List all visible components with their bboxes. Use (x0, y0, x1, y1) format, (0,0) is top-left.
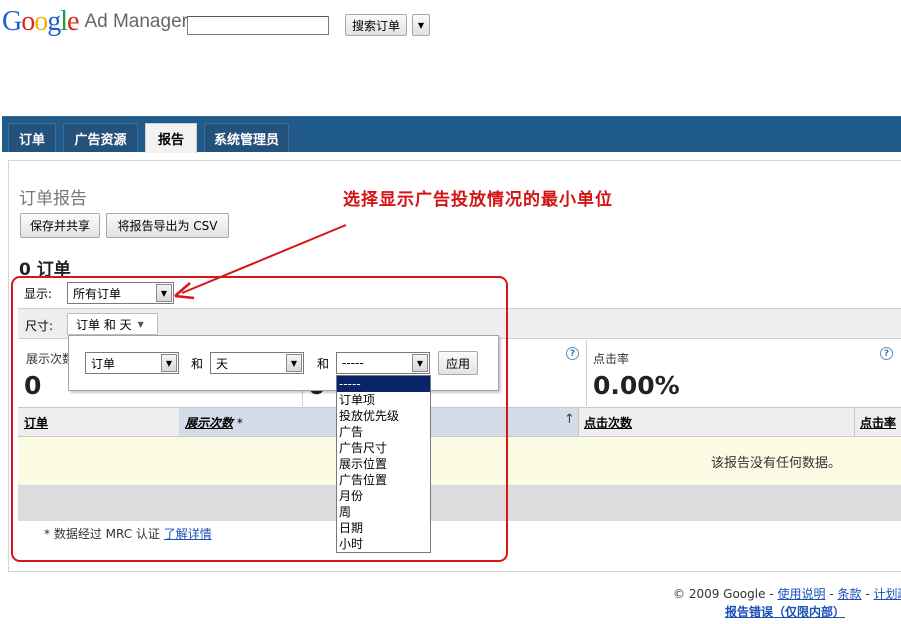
annotation-arrow-line (181, 224, 347, 294)
column-divider (854, 408, 855, 436)
search-options-dropdown[interactable]: ▼ (412, 14, 430, 36)
logo-g2: g (47, 6, 61, 37)
tab-admin[interactable]: 系统管理员 (204, 123, 289, 152)
column-header-ctr[interactable]: 点击率 (860, 414, 896, 431)
footer-links: © 2009 Google - 使用说明 - 条款 - 计划政策 (673, 585, 901, 602)
annotation-highlight-box (11, 276, 508, 562)
report-bug-link[interactable]: 报告错误（仅限内部） (725, 603, 845, 620)
search-orders-button[interactable]: 搜索订单 (345, 14, 407, 36)
sort-ascending-icon[interactable]: ↑ (564, 412, 575, 427)
column-header-clicks[interactable]: 点击次数 (584, 414, 632, 431)
chevron-down-icon: ▼ (417, 20, 425, 30)
logo-l: l (60, 6, 68, 37)
annotation-text: 选择显示广告投放情况的最小单位 (343, 190, 613, 210)
separator: - (865, 587, 870, 601)
policy-link[interactable]: 计划政策 (874, 587, 901, 601)
help-link[interactable]: 使用说明 (777, 587, 825, 601)
logo-product-text: Ad Manager (84, 11, 188, 32)
separator: - (829, 587, 834, 601)
empty-message: 该报告没有任何数据。 (711, 456, 842, 471)
annotation-arrow-head (174, 282, 195, 300)
stat-ctr-label: 点击率 (593, 352, 630, 366)
copyright-text: © 2009 Google - (673, 587, 774, 601)
logo-e: e (67, 6, 79, 37)
annotation-arrow (174, 224, 347, 300)
tab-reports[interactable]: 报告 (145, 123, 197, 153)
logo-o1: o (21, 6, 35, 37)
help-icon[interactable]: ? (566, 347, 579, 360)
save-and-share-button[interactable]: 保存并共享 (20, 213, 100, 238)
logo-o2: o (34, 6, 48, 37)
stat-ctr-value: 0.00% (593, 371, 680, 400)
page-title: 订单报告 (19, 189, 87, 209)
tab-orders[interactable]: 订单 (8, 123, 56, 152)
help-icon[interactable]: ? (880, 347, 893, 360)
tab-inventory[interactable]: 广告资源 (63, 123, 138, 152)
google-ad-manager-logo[interactable]: Google Ad Manager (2, 6, 188, 40)
stat-divider (586, 340, 587, 406)
column-divider (578, 408, 579, 436)
logo-google-text: Google (2, 6, 79, 37)
terms-link[interactable]: 条款 (837, 587, 861, 601)
logo-g1: G (2, 6, 22, 37)
order-search-input[interactable] (187, 16, 329, 35)
